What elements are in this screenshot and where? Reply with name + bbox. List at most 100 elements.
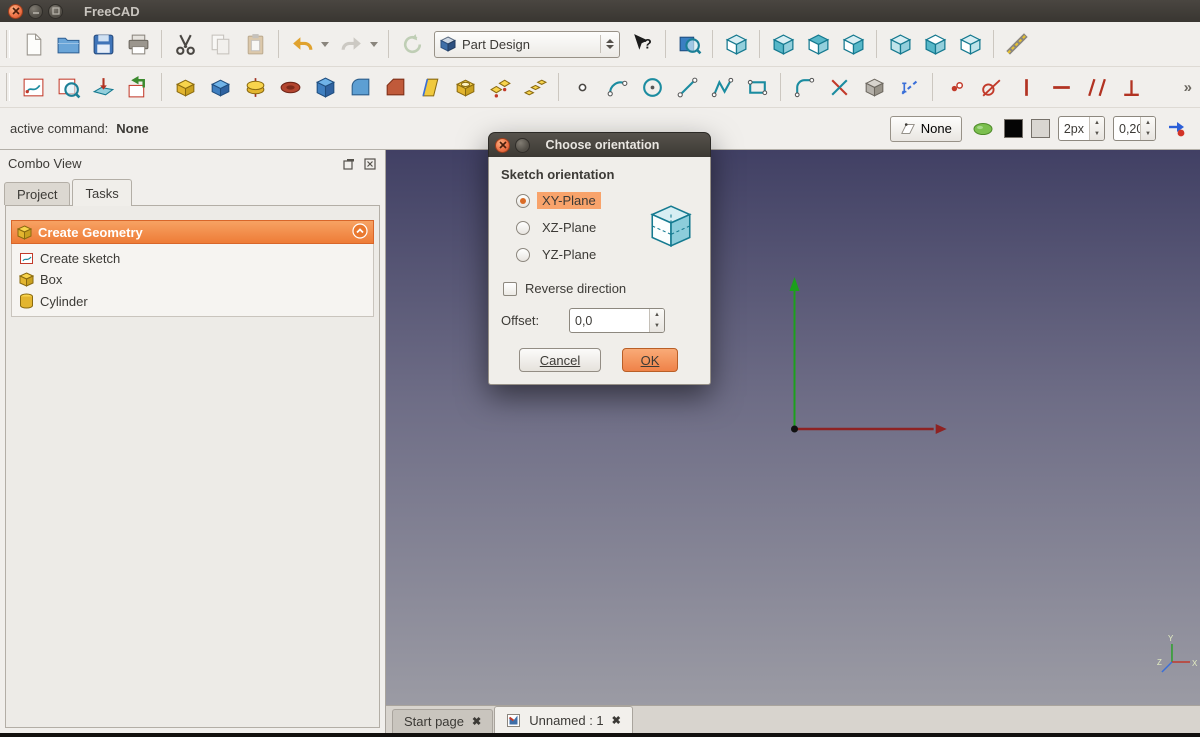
tab-start-page[interactable]: Start page ✖ [392,709,493,733]
additive-box-button[interactable] [308,70,342,104]
external-geometry-button[interactable] [857,70,891,104]
revolution-icon [243,75,268,100]
create-line-button[interactable] [670,70,704,104]
apply-style-button[interactable] [1164,116,1190,142]
right-view-button[interactable] [836,27,870,61]
toolbar-handle[interactable] [6,30,10,58]
offset-spinner[interactable]: 0,0 ▲▼ [569,308,665,333]
text-scale-spinner[interactable]: 0,20 ▲▼ [1113,116,1156,141]
spinner-arrows-icon[interactable]: ▲▼ [1140,117,1155,140]
face-color-swatch[interactable] [1031,119,1050,138]
fit-all-button[interactable] [672,27,706,61]
left-view-button[interactable] [953,27,987,61]
workbench-selector[interactable]: Part Design [434,31,620,58]
toolbar-handle[interactable] [6,73,10,101]
ok-button[interactable]: OK [622,348,678,372]
front-view-button[interactable] [766,27,800,61]
paste-button[interactable] [238,27,272,61]
window-close-button[interactable] [8,4,23,19]
toolbar-overflow-button[interactable]: » [1184,79,1192,96]
create-arc-button[interactable] [600,70,634,104]
undo-button[interactable] [285,27,319,61]
open-document-button[interactable] [51,27,85,61]
chamfer-button[interactable] [378,70,412,104]
window-minimize-button[interactable] [28,4,43,19]
constrain-coincident-button[interactable] [939,70,973,104]
edit-sketch-button[interactable] [51,70,85,104]
reverse-direction-checkbox[interactable] [503,282,517,296]
trim-edge-button[interactable] [822,70,856,104]
create-point-button[interactable] [565,70,599,104]
create-rectangle-button[interactable] [740,70,774,104]
bottom-view-button[interactable] [918,27,952,61]
draft-button[interactable] [413,70,447,104]
task-group-header[interactable]: Create Geometry [11,220,374,244]
tab-tasks[interactable]: Tasks [72,179,131,206]
cancel-button[interactable]: Cancel [519,348,601,372]
new-document-button[interactable] [16,27,50,61]
map-sketch-button[interactable] [86,70,120,104]
thickness-button[interactable] [448,70,482,104]
front-view-icon [771,32,796,57]
spinner-arrows-icon[interactable]: ▲▼ [1089,117,1104,140]
mirrored-button[interactable] [483,70,517,104]
pocket-button[interactable] [203,70,237,104]
new-sketch-button[interactable] [16,70,50,104]
undo-dropdown-icon[interactable] [321,42,329,47]
create-polyline-button[interactable] [705,70,739,104]
leave-sketch-button[interactable] [121,70,155,104]
collapse-button[interactable] [352,223,368,242]
rear-view-button[interactable] [883,27,917,61]
pad-button[interactable] [168,70,202,104]
dialog-titlebar[interactable]: Choose orientation [488,132,711,157]
toggle-construction-button[interactable] [892,70,926,104]
sketch-fillet-button[interactable] [787,70,821,104]
copy-button[interactable] [203,27,237,61]
tab-project[interactable]: Project [4,182,70,205]
window-maximize-button[interactable] [48,4,63,19]
top-view-button[interactable] [801,27,835,61]
window-titlebar[interactable]: FreeCAD [0,0,1200,22]
cut-button[interactable] [168,27,202,61]
groove-button[interactable] [273,70,307,104]
dialog-aux-button[interactable] [515,138,530,153]
tab-close-icon[interactable]: ✖ [472,715,481,728]
reverse-direction-row[interactable]: Reverse direction [503,281,698,296]
radio-yz-plane[interactable] [516,248,530,262]
constrain-vertical-button[interactable] [1009,70,1043,104]
combo-view-tabs: Project Tasks [0,177,385,205]
paste-icon [243,32,268,57]
dialog-close-button[interactable] [495,138,510,153]
linear-pattern-button[interactable] [518,70,552,104]
axonometric-view-button[interactable] [719,27,753,61]
redo-button[interactable] [334,27,368,61]
task-item-create-sketch[interactable]: Create sketch [15,250,370,267]
dock-close-button[interactable] [363,157,377,171]
redo-dropdown-icon[interactable] [370,42,378,47]
refresh-button[interactable] [395,27,429,61]
print-button[interactable] [121,27,155,61]
tab-unnamed-document[interactable]: Unnamed : 1 ✖ [494,706,633,733]
constrain-tangent-button[interactable] [974,70,1008,104]
constrain-parallel-button[interactable] [1079,70,1113,104]
combo-view-titlebar[interactable]: Combo View [0,150,385,177]
radio-xy-plane[interactable] [516,194,530,208]
task-item-box[interactable]: Box [15,271,370,288]
constrain-horizontal-button[interactable] [1044,70,1078,104]
tab-close-icon[interactable]: ✖ [612,714,621,727]
draft-style-button[interactable] [970,116,996,142]
task-item-cylinder[interactable]: Cylinder [15,292,370,310]
revolution-button[interactable] [238,70,272,104]
radio-xz-plane[interactable] [516,221,530,235]
measure-distance-button[interactable] [1000,27,1034,61]
line-width-spinner[interactable]: 2px ▲▼ [1058,116,1105,141]
line-color-swatch[interactable] [1004,119,1023,138]
create-circle-button[interactable] [635,70,669,104]
dock-float-button[interactable] [342,157,356,171]
whats-this-button[interactable]: ? [625,27,659,61]
spinner-arrows-icon[interactable]: ▲▼ [649,309,664,332]
working-plane-button[interactable]: None [890,116,962,142]
fillet-button[interactable] [343,70,377,104]
constrain-perpendicular-button[interactable] [1114,70,1148,104]
save-document-button[interactable] [86,27,120,61]
